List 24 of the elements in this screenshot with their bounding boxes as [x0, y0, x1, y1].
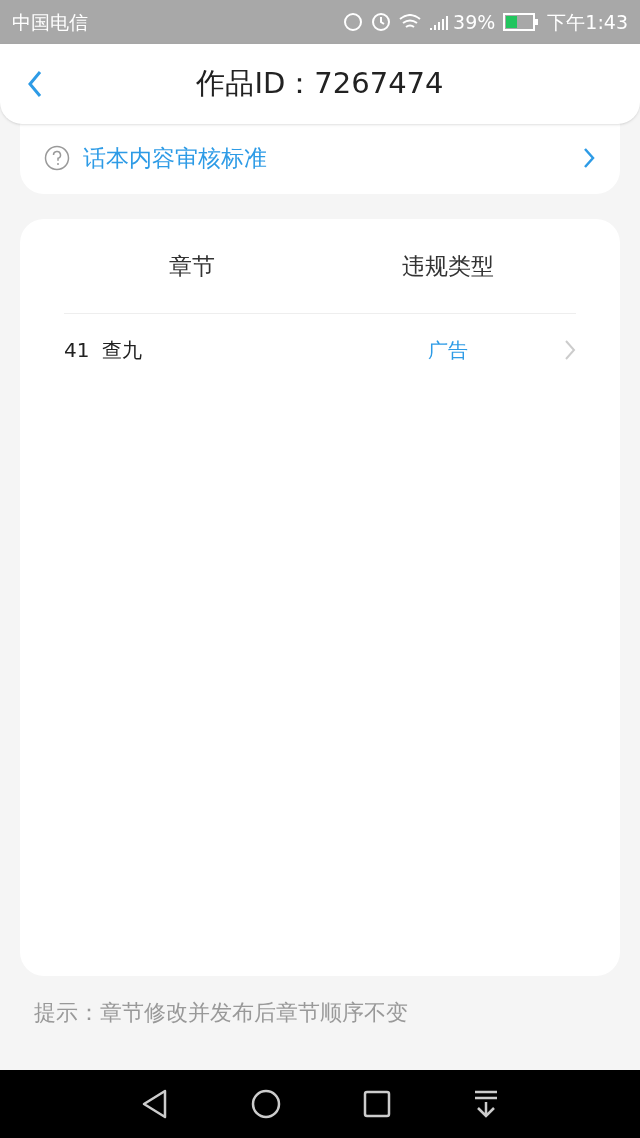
standards-link[interactable]: 话本内容审核标准 [83, 140, 582, 176]
wifi-icon [399, 14, 422, 30]
carrier-label: 中国电信 [12, 9, 88, 35]
standards-card[interactable]: 话本内容审核标准 [20, 122, 620, 194]
help-icon [44, 145, 70, 171]
recents-nav-icon[interactable] [363, 1090, 391, 1118]
back-icon [27, 70, 43, 98]
chapter-row[interactable]: 41 查九 广告 [64, 314, 576, 386]
signal-icon [429, 13, 450, 31]
violation-type: 广告 [428, 337, 468, 364]
notification-nav-icon[interactable] [473, 1090, 499, 1118]
battery-icon [503, 13, 540, 31]
page-title: 作品ID：7267474 [196, 65, 444, 103]
column-header: 违规类型 [402, 251, 494, 281]
battery-percent: 39% [453, 9, 496, 35]
column-header: 章节 [169, 251, 215, 281]
chevron-right-icon [564, 339, 576, 361]
tip-text: 提示：章节修改并发布后章节顺序不变 [33, 999, 409, 1027]
chapter-name: 41 查九 [64, 337, 143, 364]
home-nav-icon[interactable] [251, 1089, 281, 1119]
alarm-icon [371, 12, 392, 32]
chevron-right-icon [582, 147, 596, 169]
back-nav-icon[interactable] [141, 1089, 169, 1119]
clock: 下午1:43 [547, 9, 628, 35]
